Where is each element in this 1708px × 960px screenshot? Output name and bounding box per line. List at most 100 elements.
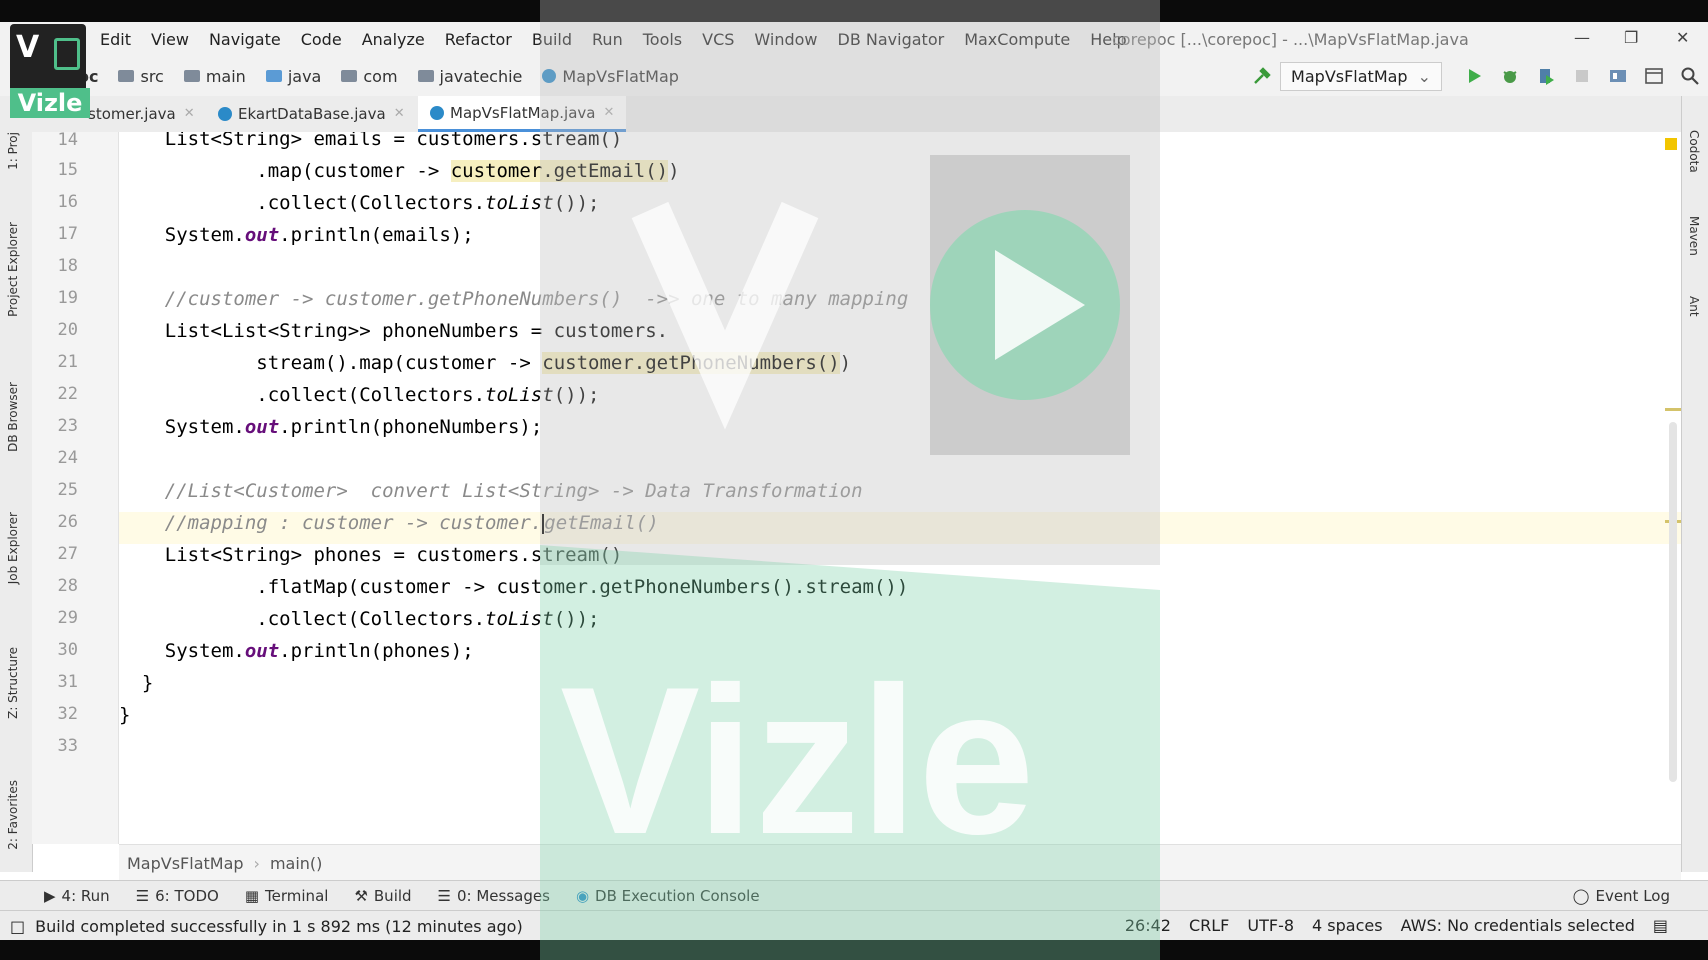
breadcrumb-class-name[interactable]: MapVsFlatMap (127, 854, 244, 873)
hammer-icon: ⚒ (354, 887, 368, 905)
line-number: 27 (57, 544, 78, 564)
tool-job-explorer[interactable]: Job Explorer (6, 512, 20, 584)
menu-tools[interactable]: Tools (643, 30, 682, 49)
line-number: 15 (57, 160, 78, 180)
menu-vcs[interactable]: VCS (702, 30, 734, 49)
line-number: 31 (57, 672, 78, 692)
line-number: 14 (57, 130, 78, 150)
code-line-14: List<String> emails = customers.stream() (119, 132, 623, 150)
status-icon: □ (10, 916, 26, 936)
menu-view[interactable]: View (151, 30, 189, 49)
indent-setting[interactable]: 4 spaces (1312, 916, 1383, 935)
tool-db-browser[interactable]: DB Browser (6, 382, 20, 452)
search-icon[interactable] (1680, 66, 1700, 86)
line-number: 19 (57, 288, 78, 308)
editor-tabs: stomer.java ✕ EkartDataBase.java ✕ MapVsFl… (0, 96, 1708, 133)
menu-run[interactable]: Run (592, 30, 623, 49)
breadcrumb-class[interactable]: MapVsFlatMap (542, 67, 679, 86)
tool-codota[interactable]: Codota (1687, 130, 1701, 173)
menu-db-navigator[interactable]: DB Navigator (838, 30, 945, 49)
toolwin-todo[interactable]: ☰ 6: TODO (136, 887, 219, 905)
package-icon (341, 70, 358, 82)
code-line-25: //List<Customer> convert List<String> ->… (119, 480, 863, 502)
menu-edit[interactable]: Edit (100, 30, 131, 49)
main-toolbar: MapVsFlatMap ⌄ (1244, 56, 1708, 96)
code-line-32: } (119, 704, 131, 726)
breadcrumb-java[interactable]: java (265, 67, 321, 86)
toolwin-db-execution-console[interactable]: ◉ DB Execution Console (576, 887, 760, 905)
left-tool-strip: 1: Proj Project Explorer DB Browser Job … (0, 132, 33, 872)
line-number: 20 (57, 320, 78, 340)
tool-project[interactable]: 1: Proj (6, 132, 20, 170)
code-line-31: } (119, 672, 154, 694)
file-encoding[interactable]: UTF-8 (1247, 916, 1294, 935)
line-number: 16 (57, 192, 78, 212)
menu-build[interactable]: Build (532, 30, 572, 49)
lock-icon[interactable]: ▤ (1653, 916, 1668, 935)
line-number: 28 (57, 576, 78, 596)
breadcrumb-method-name[interactable]: main() (270, 854, 322, 873)
aws-credentials[interactable]: AWS: No credentials selected (1401, 916, 1635, 935)
messages-icon: ☰ (437, 887, 451, 905)
menu-window[interactable]: Window (754, 30, 817, 49)
tab-ekartdatabase[interactable]: EkartDataBase.java ✕ (206, 96, 417, 132)
tool-project-explorer[interactable]: Project Explorer (6, 222, 20, 317)
breadcrumb-javatechie[interactable]: javatechie (417, 67, 522, 86)
code-editor[interactable]: List<String> emails = customers.stream()… (119, 132, 1681, 844)
line-separator[interactable]: CRLF (1189, 916, 1229, 935)
layout-icon[interactable] (1644, 66, 1664, 86)
line-number: 33 (57, 736, 78, 756)
scroll-marker[interactable] (1665, 408, 1681, 411)
toolwin-run[interactable]: ▶ 4: Run (44, 887, 110, 905)
line-number: 29 (57, 608, 78, 628)
code-line-16: .collect(Collectors.toList()); (119, 192, 600, 214)
code-line-30: System.out.println(phones); (119, 640, 474, 662)
code-line-29: .collect(Collectors.toList()); (119, 608, 600, 630)
menu-analyze[interactable]: Analyze (362, 30, 425, 49)
tool-maven[interactable]: Maven (1687, 216, 1701, 256)
breadcrumb-src[interactable]: src (118, 67, 164, 86)
hammer-icon[interactable] (1252, 66, 1272, 86)
close-tab-icon[interactable]: ✕ (394, 96, 405, 132)
tool-ant[interactable]: Ant (1687, 296, 1701, 317)
menu-maxcompute[interactable]: MaxCompute (964, 30, 1070, 49)
tab-customer[interactable]: stomer.java ✕ (76, 96, 207, 132)
minimize-icon[interactable]: — (1574, 28, 1590, 47)
toolwin-terminal[interactable]: ▦ Terminal (245, 887, 329, 905)
debug-icon[interactable] (1500, 66, 1520, 86)
tool-structure[interactable]: Z: Structure (6, 647, 20, 719)
stop-icon[interactable] (1572, 66, 1592, 86)
toolwin-build[interactable]: ⚒ Build (354, 887, 411, 905)
folder-icon (183, 70, 200, 82)
close-tab-icon[interactable]: ✕ (603, 95, 614, 131)
video-letterbox-top (0, 0, 1708, 22)
tab-mapvsflatmap[interactable]: MapVsFlatMap.java ✕ (418, 95, 627, 132)
menu-navigate[interactable]: Navigate (209, 30, 281, 49)
event-log-icon: ◯ (1572, 887, 1590, 905)
warning-marker[interactable] (1665, 138, 1677, 150)
restore-icon[interactable]: ❐ (1624, 28, 1638, 47)
line-number: 17 (57, 224, 78, 244)
close-tab-icon[interactable]: ✕ (184, 96, 195, 132)
code-line-21: stream().map(customer -> customer.getPho… (119, 352, 852, 374)
video-letterbox-bottom (0, 940, 1708, 960)
line-number: 21 (57, 352, 78, 372)
tool-favorites[interactable]: 2: Favorites (6, 780, 20, 850)
menu-code[interactable]: Code (301, 30, 342, 49)
run-configuration-select[interactable]: MapVsFlatMap ⌄ (1280, 61, 1442, 91)
toolwin-messages[interactable]: ☰ 0: Messages (438, 887, 550, 905)
breadcrumb-main[interactable]: main (183, 67, 246, 86)
code-line-15: .map(customer -> customer.getEmail()) (119, 160, 680, 182)
scrollbar[interactable] (1669, 422, 1677, 782)
menu-refactor[interactable]: Refactor (445, 30, 512, 49)
caret-position[interactable]: 26:42 (1125, 916, 1171, 935)
coverage-icon[interactable] (1536, 66, 1556, 86)
class-icon (542, 69, 557, 83)
close-icon[interactable]: ✕ (1676, 28, 1689, 47)
run-icon[interactable] (1464, 66, 1484, 86)
vizle-logo-text: Vizle (10, 88, 90, 118)
class-icon (218, 107, 232, 121)
event-log-button[interactable]: ◯ Event Log (1573, 887, 1670, 905)
breadcrumb-com[interactable]: com (341, 67, 398, 86)
project-structure-icon[interactable] (1608, 66, 1628, 86)
